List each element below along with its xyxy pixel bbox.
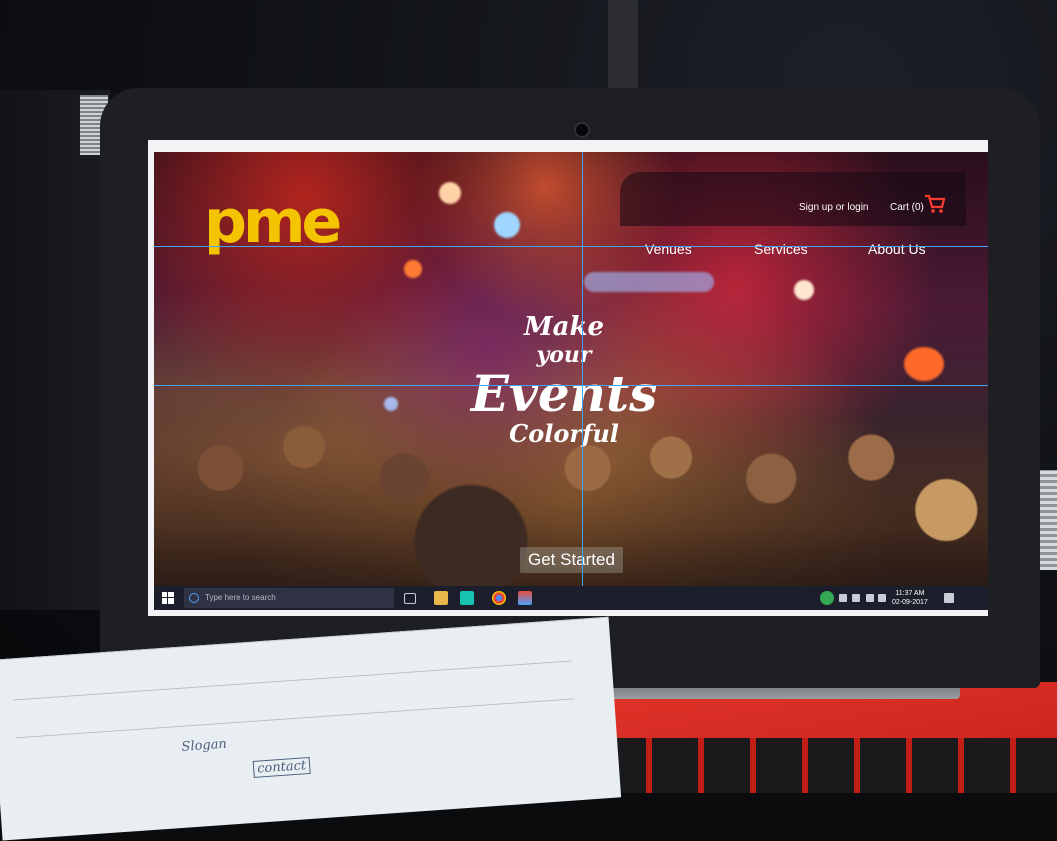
taskbar-search-box[interactable]: Type here to search [184,588,394,608]
nav-about-us[interactable]: About Us [868,241,926,257]
volume-icon[interactable] [878,594,886,602]
nav-venues[interactable]: Venues [645,241,692,257]
website-hero: pme Sign up or login Cart (0) Venues Ser… [154,152,988,594]
bokeh-light [494,212,520,238]
shelf [0,90,110,610]
cortana-icon [189,592,199,603]
get-started-button[interactable]: Get Started [520,547,623,573]
laptop-screen: pme Sign up or login Cart (0) Venues Ser… [148,140,988,616]
windows-start-icon[interactable] [162,592,174,604]
clock-date: 02-09-2017 [892,599,928,606]
clock-time: 11:37 AM [895,590,925,597]
app-icon-teal[interactable] [460,591,474,605]
cart-link[interactable]: Cart (0) [890,202,924,213]
battery-icon[interactable] [852,594,860,602]
file-explorer-icon[interactable] [434,591,448,605]
wifi-icon[interactable] [866,594,874,602]
chrome-icon[interactable] [492,591,506,605]
task-view-icon[interactable] [404,593,416,604]
guide-line [582,152,583,594]
hero-line-make: Make [523,312,605,342]
guide-line [154,246,988,247]
paper-rule [12,660,572,701]
notification-center-icon[interactable] [944,593,954,603]
site-logo[interactable]: pme [204,192,342,252]
guide-line [154,385,988,386]
paper-note-slogan: Slogan [181,736,228,755]
bokeh-light [904,347,944,381]
sign-up-login-link[interactable]: Sign up or login [799,202,869,213]
app-icon-stack[interactable] [518,591,532,605]
webcam [574,122,590,138]
tray-chevron-up-icon[interactable] [839,594,847,602]
bokeh-light [584,272,714,292]
nav-services[interactable]: Services [754,241,808,257]
windows-taskbar: Type here to search 11:37 AM 02-09-2017 [154,586,988,610]
paper-rule [15,698,575,739]
bokeh-light [439,182,461,204]
hero-line-events: Events [470,364,658,423]
top-bar [620,172,966,226]
bokeh-light [404,260,422,278]
taskbar-clock[interactable]: 11:37 AM 02-09-2017 [892,589,928,607]
network-globe-icon[interactable] [820,591,834,605]
hero-slogan: Make your Events Colorful [454,312,674,448]
taskbar-search-placeholder: Type here to search [205,593,276,602]
keyboard-keys [600,738,1057,793]
paper-note-contact: contact [252,756,311,778]
cart-icon[interactable] [924,194,946,214]
hero-line-colorful: Colorful [509,419,619,448]
bokeh-light [794,280,814,300]
